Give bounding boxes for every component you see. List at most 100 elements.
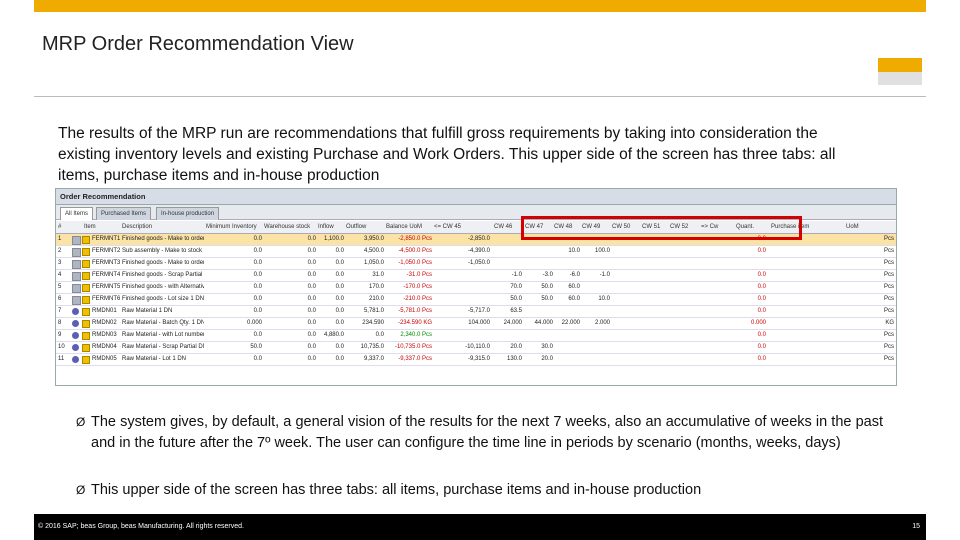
table-cell: 60.0 bbox=[568, 296, 580, 302]
table-cell: -1,050.0 bbox=[467, 260, 490, 266]
table-row[interactable]: 9 RMDN03 Raw Material - with Lot number 1 … bbox=[56, 330, 896, 342]
column-header[interactable] bbox=[74, 221, 82, 233]
table-row[interactable]: 6 FERMNT6 Finished goods - Lot size 1 DN 0.… bbox=[56, 294, 896, 306]
table-cell: 1,100.0 bbox=[323, 236, 344, 242]
table-cell: 50.0 bbox=[541, 284, 553, 290]
tab-all-items[interactable]: All Items bbox=[60, 207, 94, 220]
table-row[interactable]: 7 RMDN01 Raw Material 1 DN 0.0 0.0 0.0 5,781.0… bbox=[56, 306, 896, 318]
column-header[interactable]: Minimum Inventory bbox=[206, 221, 262, 233]
table-cell: 0.0 bbox=[307, 344, 316, 350]
intro-paragraph: The results of the MRP run are recommend… bbox=[58, 125, 836, 184]
table-cell bbox=[771, 318, 843, 329]
table-cell bbox=[701, 258, 734, 269]
table-cell: 0.0 bbox=[307, 248, 316, 254]
table-cell: Raw Material - Scrap Partial DN bbox=[122, 344, 204, 350]
item-icon bbox=[72, 248, 81, 257]
table-cell bbox=[642, 330, 668, 341]
link-arrow-icon[interactable] bbox=[82, 284, 90, 292]
table-cell bbox=[494, 258, 522, 269]
table-cell: Pcs bbox=[883, 236, 894, 242]
tab-in-house-production[interactable]: In-house production bbox=[156, 207, 220, 220]
table-cell: RMDN05 bbox=[92, 356, 117, 362]
table-cell: -210.0 Pcs bbox=[403, 296, 432, 302]
table-cell bbox=[736, 258, 766, 269]
column-header[interactable]: Outflow bbox=[346, 221, 384, 233]
table-cell bbox=[525, 306, 553, 317]
link-arrow-icon[interactable] bbox=[82, 260, 90, 268]
page-number: 15 bbox=[912, 523, 920, 530]
raw-material-icon bbox=[72, 356, 79, 363]
table-cell: 0.0 bbox=[757, 284, 766, 290]
table-row[interactable]: 5 FERMNT5Finished goods - with Alternativ… bbox=[56, 282, 896, 294]
table-cell: 0.0 bbox=[335, 284, 344, 290]
table-cell bbox=[771, 246, 843, 257]
table-cell: 50.0 bbox=[510, 296, 522, 302]
table-cell: 50.0 bbox=[541, 296, 553, 302]
column-header[interactable]: Item bbox=[84, 221, 120, 233]
table-cell bbox=[670, 354, 699, 365]
link-arrow-icon[interactable] bbox=[82, 296, 90, 304]
item-icon bbox=[72, 284, 81, 293]
table-cell bbox=[771, 342, 843, 353]
table-cell bbox=[525, 258, 553, 269]
window-titlebar: Order Recommendation bbox=[56, 189, 896, 205]
column-header[interactable]: Warehouse stock bbox=[264, 221, 316, 233]
table-row[interactable]: 4 FERMNT4 Finished goods - Scrap Partial D… bbox=[56, 270, 896, 282]
table-cell bbox=[612, 354, 640, 365]
table-cell: 0.0 bbox=[335, 344, 344, 350]
table-cell: 0.0 bbox=[253, 296, 262, 302]
table-cell bbox=[670, 258, 699, 269]
column-header[interactable]: # bbox=[58, 221, 72, 233]
table-cell: 0.0 bbox=[307, 260, 316, 266]
table-cell: Finished goods - Scrap Partial DN bbox=[122, 272, 204, 278]
link-arrow-icon[interactable] bbox=[82, 356, 90, 364]
table-row[interactable]: 2 FERMNT2 Sub assembly - Make to stock DN 0… bbox=[56, 246, 896, 258]
link-arrow-icon[interactable] bbox=[82, 332, 90, 340]
table-row[interactable]: 3 FERMNT3Finished goods - Make to order D… bbox=[56, 258, 896, 270]
table-cell bbox=[771, 330, 843, 341]
column-header[interactable]: Balance UoM bbox=[386, 221, 432, 233]
table-cell: 11 bbox=[58, 356, 65, 362]
link-arrow-icon[interactable] bbox=[82, 236, 90, 244]
column-header[interactable]: CW 46 bbox=[494, 221, 522, 233]
table-row[interactable]: 11 RMDN05 Raw Material - Lot 1 DN 0.0 0.0 0.0… bbox=[56, 354, 896, 366]
link-arrow-icon[interactable] bbox=[82, 248, 90, 256]
column-header[interactable]: <= CW 45 bbox=[434, 221, 490, 233]
table-cell bbox=[494, 234, 522, 245]
table-cell bbox=[642, 294, 668, 305]
link-arrow-icon[interactable] bbox=[82, 320, 90, 328]
table-cell: 0.0 bbox=[253, 356, 262, 362]
table-cell: 4,880.0 bbox=[323, 332, 344, 338]
raw-material-icon bbox=[72, 320, 79, 327]
tab-purchased-items[interactable]: Purchased Items bbox=[96, 207, 152, 220]
table-cell bbox=[612, 342, 640, 353]
table-cell: 0.0 bbox=[757, 332, 766, 338]
table-row[interactable]: 8 RMDN02 Raw Material - Batch Qty. 1 DN 0.0… bbox=[56, 318, 896, 330]
table-cell: Finished goods - Lot size 1 DN bbox=[122, 296, 204, 302]
table-cell bbox=[701, 342, 734, 353]
bullet-text: The system gives, by default, a general … bbox=[91, 414, 883, 451]
table-row[interactable]: 10 RMDN04 Raw Material - Scrap Partial DN 5… bbox=[56, 342, 896, 354]
table-cell: 0.0 bbox=[375, 332, 384, 338]
table-cell bbox=[525, 330, 553, 341]
link-arrow-icon[interactable] bbox=[82, 344, 90, 352]
table-cell bbox=[642, 306, 668, 317]
table-cell bbox=[434, 330, 490, 341]
table-cell bbox=[582, 306, 610, 317]
footer-bar: © 2016 SAP; beas Group, beas Manufacturi… bbox=[34, 514, 926, 540]
table-cell: 5,781.0 bbox=[363, 308, 384, 314]
table-cell: Pcs bbox=[883, 260, 894, 266]
table-cell: Finished goods - Make to order DN bbox=[122, 260, 204, 266]
table-cell bbox=[701, 282, 734, 293]
link-arrow-icon[interactable] bbox=[82, 308, 90, 316]
link-arrow-icon[interactable] bbox=[82, 272, 90, 280]
table-cell bbox=[582, 330, 610, 341]
column-header[interactable]: UoM bbox=[846, 221, 894, 233]
table-cell: RMDN04 bbox=[92, 344, 117, 350]
column-header[interactable]: Inflow bbox=[318, 221, 344, 233]
table-cell: FERMNT2 bbox=[92, 248, 120, 254]
table-cell: -6.0 bbox=[569, 272, 580, 278]
table-cell: 0.0 bbox=[757, 308, 766, 314]
table-cell: Raw Material - Batch Qty. 1 DN bbox=[122, 320, 204, 326]
column-header[interactable]: Description bbox=[122, 221, 204, 233]
